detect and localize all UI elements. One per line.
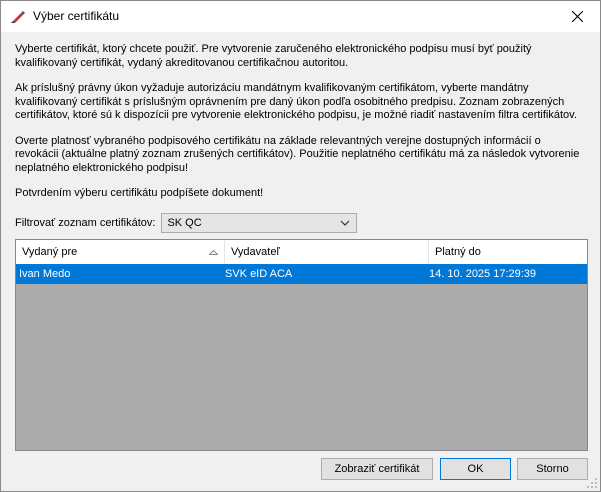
sort-ascending-icon bbox=[209, 250, 218, 255]
list-header: Vydaný pre Vydavateľ Platný do bbox=[16, 240, 587, 265]
certificate-selection-dialog: Výber certifikátu Vyberte certifikát, kt… bbox=[0, 0, 601, 492]
instruction-paragraph: Overte platnosť vybraného podpisového ce… bbox=[15, 134, 580, 174]
column-header-valid-to[interactable]: Platný do bbox=[429, 240, 587, 264]
instruction-paragraph: Potvrdením výberu certifikátu podpíšete … bbox=[15, 187, 264, 199]
table-row[interactable]: Ivan Medo SVK eID ACA 14. 10. 2025 17:29… bbox=[16, 264, 587, 284]
column-header-issued-to[interactable]: Vydaný pre bbox=[16, 240, 225, 264]
cell-valid-to: 14. 10. 2025 17:29:39 bbox=[429, 268, 537, 280]
window-title: Výber certifikátu bbox=[33, 9, 120, 23]
cell-issuer: SVK eID ACA bbox=[225, 268, 293, 280]
resize-grip-icon[interactable] bbox=[587, 478, 598, 489]
title-bar[interactable]: Výber certifikátu bbox=[1, 1, 600, 32]
filter-label: Filtrovať zoznam certifikátov: bbox=[15, 217, 156, 229]
close-icon bbox=[571, 11, 583, 22]
filter-selected-value: SK QC bbox=[167, 217, 202, 229]
certificate-list[interactable]: Vydaný pre Vydavateľ Platný do Ivan Medo… bbox=[15, 239, 588, 451]
show-certificate-button[interactable]: Zobraziť certifikát bbox=[321, 458, 433, 480]
filter-row: Filtrovať zoznam certifikátov: SK QC bbox=[15, 213, 358, 233]
instruction-paragraph: Vyberte certifikát, ktorý chcete použiť.… bbox=[15, 43, 532, 69]
cancel-button[interactable]: Storno bbox=[517, 458, 588, 480]
cell-issued-to: Ivan Medo bbox=[19, 268, 71, 280]
chevron-down-icon bbox=[341, 220, 350, 226]
instructions: Vyberte certifikát, ktorý chcete použiť.… bbox=[15, 43, 587, 213]
instruction-paragraph: Ak príslušný právny úkon vyžaduje autori… bbox=[15, 82, 577, 121]
ok-button[interactable]: OK bbox=[440, 458, 511, 480]
pen-signature-icon bbox=[10, 8, 26, 24]
close-button[interactable] bbox=[554, 1, 600, 32]
certificate-filter-select[interactable]: SK QC bbox=[161, 213, 358, 233]
column-header-issuer[interactable]: Vydavateľ bbox=[225, 240, 429, 264]
